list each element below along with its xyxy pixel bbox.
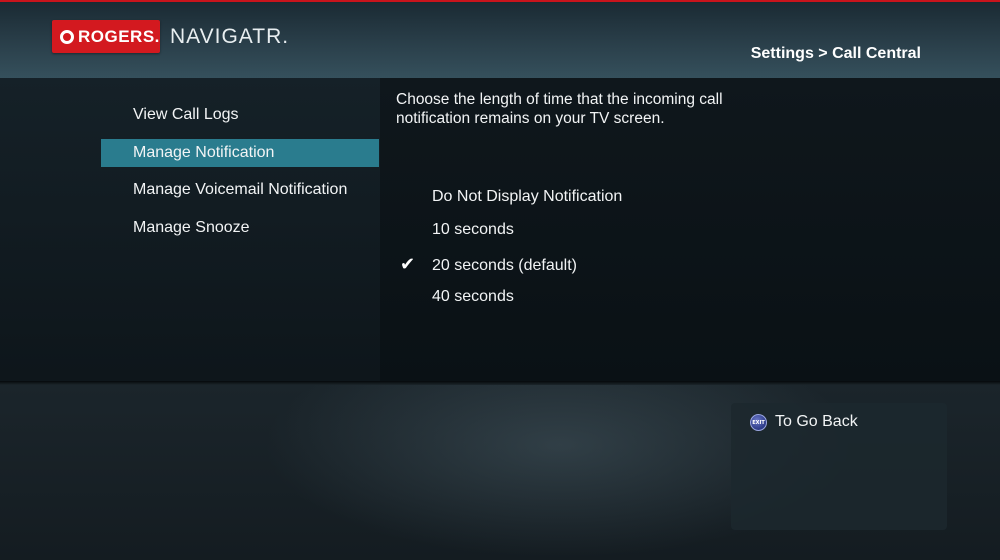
breadcrumb: Settings > Call Central (750, 45, 921, 62)
brand-name: ROGERS. (78, 26, 160, 46)
menu-item-manage-snooze[interactable]: Manage Snooze (101, 214, 379, 242)
tv-screen: ROGERS. NAVIGATR. Settings > Call Centra… (0, 0, 1000, 560)
option-20-seconds[interactable]: ✔ 20 seconds (default) (400, 251, 577, 277)
product-name: NAVIGATR. (170, 25, 290, 48)
option-label: 10 seconds (432, 221, 514, 238)
option-label: 20 seconds (default) (432, 257, 577, 274)
menu-item-view-call-logs[interactable]: View Call Logs (101, 101, 379, 129)
option-label: 40 seconds (432, 288, 514, 305)
option-do-not-display[interactable]: Do Not Display Notification (400, 184, 622, 210)
rogers-logo: ROGERS. (52, 20, 160, 53)
option-label: Do Not Display Notification (432, 188, 623, 205)
go-back-hint: To Go Back (775, 413, 858, 430)
menu-item-manage-voicemail-notification[interactable]: Manage Voicemail Notification (101, 176, 379, 204)
header-bar: ROGERS. NAVIGATR. Settings > Call Centra… (0, 0, 1000, 78)
option-10-seconds[interactable]: 10 seconds (400, 217, 514, 243)
description-line-2: notification remains on your TV screen. (396, 110, 665, 127)
option-40-seconds[interactable]: 40 seconds (400, 284, 514, 310)
rogers-logo-icon (57, 26, 77, 47)
menu-item-manage-notification[interactable]: Manage Notification (101, 139, 379, 167)
exit-button-icon: EXIT (750, 414, 767, 431)
check-icon: ✔ (400, 254, 416, 274)
description-line-1: Choose the length of time that the incom… (396, 91, 723, 108)
notification-description: Choose the length of time that the incom… (396, 90, 816, 128)
